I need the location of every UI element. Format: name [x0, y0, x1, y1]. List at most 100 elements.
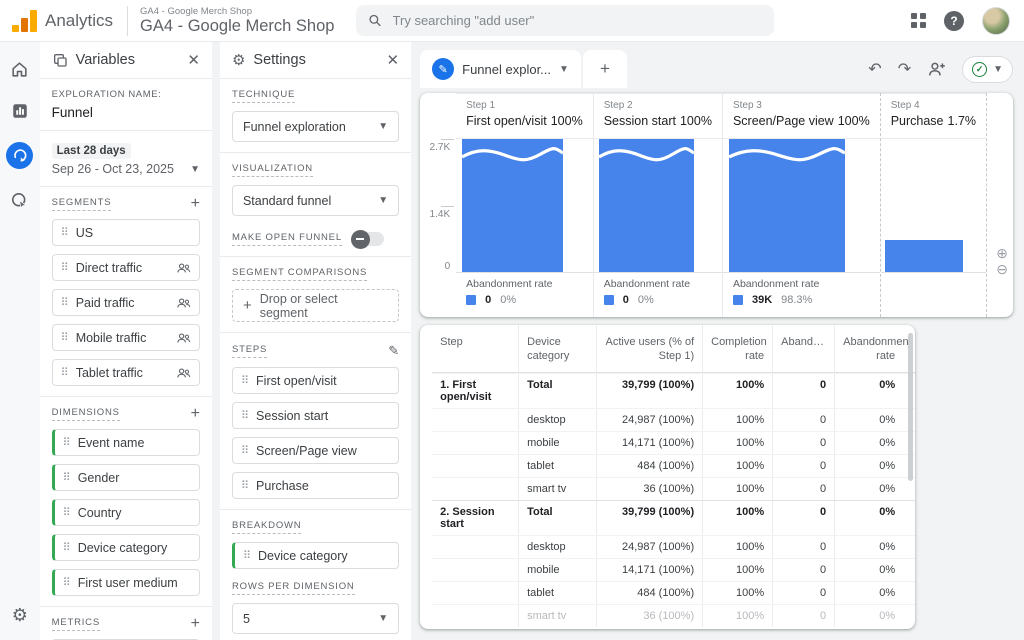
table-row[interactable]: desktop 24,987 (100%) 100% 0 0% — [432, 535, 915, 558]
funnel-bar[interactable] — [462, 139, 563, 272]
add-dimension-button[interactable]: + — [191, 408, 200, 420]
table-row[interactable]: smart tv 36 (100%) 100% 0 0% — [432, 477, 915, 500]
drag-handle-icon[interactable]: ⠿ — [61, 366, 68, 379]
reports-icon[interactable] — [9, 100, 31, 122]
drag-handle-icon[interactable]: ⠿ — [241, 479, 248, 492]
funnel-step-header: Step 2 Session start 100% — [594, 93, 722, 139]
cell-completion-rate: 100% — [702, 582, 772, 604]
explore-icon[interactable] — [6, 142, 33, 169]
technique-select[interactable]: Funnel exploration ▼ — [232, 111, 399, 142]
visualization-select[interactable]: Standard funnel ▼ — [232, 185, 399, 216]
segment-chip[interactable]: ⠿ Direct traffic — [52, 254, 200, 281]
zoom-out-icon[interactable]: ⊖ — [996, 262, 1008, 277]
col-header-completion-rate[interactable]: Completion rate — [702, 325, 772, 372]
table-row[interactable]: tablet 484 (100%) 100% 0 0% — [432, 581, 915, 604]
funnel-step-column: Step 2 Session start 100% — [593, 93, 722, 317]
steps-list: ⠿ First open/visit ⠿ Session start ⠿ Scr… — [232, 367, 399, 499]
dimension-chip[interactable]: ⠿ Device category — [52, 534, 200, 561]
dimension-chip[interactable]: ⠿ Event name — [52, 429, 200, 456]
col-header-device-category[interactable]: Device category — [518, 325, 596, 372]
property-label: GA4 - Google Merch Shop — [140, 6, 334, 17]
step-chip[interactable]: ⠿ Purchase — [232, 472, 399, 499]
zoom-in-icon[interactable]: ⊕ — [996, 246, 1008, 261]
col-header-active-users[interactable]: Active users (% of Step 1) — [596, 325, 702, 372]
rows-per-dimension-value: 5 — [243, 612, 250, 626]
step-number-label: Step 4 — [891, 100, 976, 111]
table-row[interactable]: 2. Session start Total 39,799 (100%) 100… — [432, 500, 915, 535]
dimension-chip[interactable]: ⠿ Gender — [52, 464, 200, 491]
segment-chip[interactable]: ⠿ Tablet traffic — [52, 359, 200, 386]
advertising-icon[interactable] — [9, 189, 31, 211]
segment-chip[interactable]: ⠿ Mobile traffic — [52, 324, 200, 351]
rows-per-dimension-select[interactable]: 5 ▼ — [232, 603, 399, 634]
drag-handle-icon[interactable]: ⠿ — [63, 436, 70, 449]
technique-label: TECHNIQUE — [232, 89, 295, 103]
table-row[interactable]: mobile 14,171 (100%) 100% 0 0% — [432, 431, 915, 454]
table-row[interactable]: mobile 14,171 (100%) 100% 0 0% — [432, 558, 915, 581]
step-chip[interactable]: ⠿ Session start — [232, 402, 399, 429]
add-tab-button[interactable]: + — [583, 50, 627, 88]
chevron-down-icon: ▼ — [993, 64, 1003, 75]
cell-active-users: 14,171 (100%) — [596, 559, 702, 581]
table-row[interactable]: tablet 484 (100%) 100% 0 0% — [432, 454, 915, 477]
funnel-bar[interactable] — [729, 139, 845, 272]
help-icon[interactable]: ? — [944, 11, 964, 31]
property-name: GA4 - Google Merch Shop — [140, 17, 334, 35]
cell-completion-rate: 100% — [702, 374, 772, 408]
cell-device-category: desktop — [518, 409, 596, 431]
search-bar[interactable] — [356, 5, 774, 36]
segment-chip[interactable]: ⠿ US — [52, 219, 200, 246]
drag-handle-icon[interactable]: ⠿ — [241, 444, 248, 457]
funnel-bar[interactable] — [885, 240, 963, 272]
admin-gear-icon[interactable]: ⚙ — [12, 605, 28, 626]
dimension-chip[interactable]: ⠿ Country — [52, 499, 200, 526]
drop-segment-zone[interactable]: + Drop or select segment — [232, 289, 399, 322]
search-input[interactable] — [393, 13, 763, 28]
col-header-step[interactable]: Step — [432, 325, 518, 372]
drag-handle-icon[interactable]: ⠿ — [243, 549, 250, 562]
drag-handle-icon[interactable]: ⠿ — [63, 471, 70, 484]
col-header-abandonments[interactable]: Abandonmen… — [772, 325, 834, 372]
table-scrollbar[interactable] — [908, 333, 913, 481]
step-name: Session start — [604, 114, 676, 128]
drag-handle-icon[interactable]: ⠿ — [63, 541, 70, 554]
dimension-chip[interactable]: ⠿ First user medium — [52, 569, 200, 596]
funnel-bar[interactable] — [599, 139, 694, 272]
edit-steps-icon[interactable]: ✎ — [388, 343, 399, 359]
table-row[interactable]: smart tv 36 (100%) 100% 0 0% — [432, 604, 915, 627]
drag-handle-icon[interactable]: ⠿ — [63, 576, 70, 589]
make-open-funnel-toggle[interactable] — [352, 232, 384, 246]
drag-handle-icon[interactable]: ⠿ — [61, 331, 68, 344]
drag-handle-icon[interactable]: ⠿ — [61, 226, 68, 239]
segment-chip[interactable]: ⠿ Paid traffic — [52, 289, 200, 316]
redo-icon[interactable]: ↷ — [898, 59, 911, 79]
cell-completion-rate: 100% — [702, 536, 772, 558]
cell-active-users: 24,987 (100%) — [596, 536, 702, 558]
drag-handle-icon[interactable]: ⠿ — [61, 296, 68, 309]
drag-handle-icon[interactable]: ⠿ — [63, 506, 70, 519]
exploration-name-value[interactable]: Funnel — [52, 105, 200, 120]
property-switcher[interactable]: GA4 - Google Merch Shop GA4 - Google Mer… — [140, 6, 334, 35]
legend-swatch — [466, 295, 476, 305]
table-row[interactable]: 1. First open/visit Total 39,799 (100%) … — [432, 373, 915, 408]
apps-grid-icon[interactable] — [911, 13, 926, 28]
drag-handle-icon[interactable]: ⠿ — [241, 409, 248, 422]
step-chip[interactable]: ⠿ First open/visit — [232, 367, 399, 394]
col-header-abandonment-rate[interactable]: Abandonment rate — [834, 325, 903, 372]
close-variables-icon[interactable]: ✕ — [187, 51, 200, 69]
avatar[interactable] — [982, 7, 1010, 35]
undo-icon[interactable]: ↶ — [868, 59, 881, 79]
drag-handle-icon[interactable]: ⠿ — [241, 374, 248, 387]
validation-status-button[interactable]: ✓ ▼ — [962, 56, 1013, 83]
share-user-icon[interactable] — [927, 61, 946, 77]
add-segment-button[interactable]: + — [191, 198, 200, 210]
close-settings-icon[interactable]: ✕ — [387, 51, 400, 69]
breakdown-chip[interactable]: ⠿ Device category — [232, 542, 399, 569]
drag-handle-icon[interactable]: ⠿ — [61, 261, 68, 274]
add-metric-button[interactable]: + — [191, 618, 200, 630]
table-row[interactable]: desktop 24,987 (100%) 100% 0 0% — [432, 408, 915, 431]
home-icon[interactable] — [9, 58, 31, 80]
date-range-picker[interactable]: Last 28 days Sep 26 - Oct 23, 2025 ▼ — [40, 131, 212, 187]
tab-funnel-exploration[interactable]: ✎ Funnel explor... ▼ — [420, 50, 581, 88]
step-chip[interactable]: ⠿ Screen/Page view — [232, 437, 399, 464]
